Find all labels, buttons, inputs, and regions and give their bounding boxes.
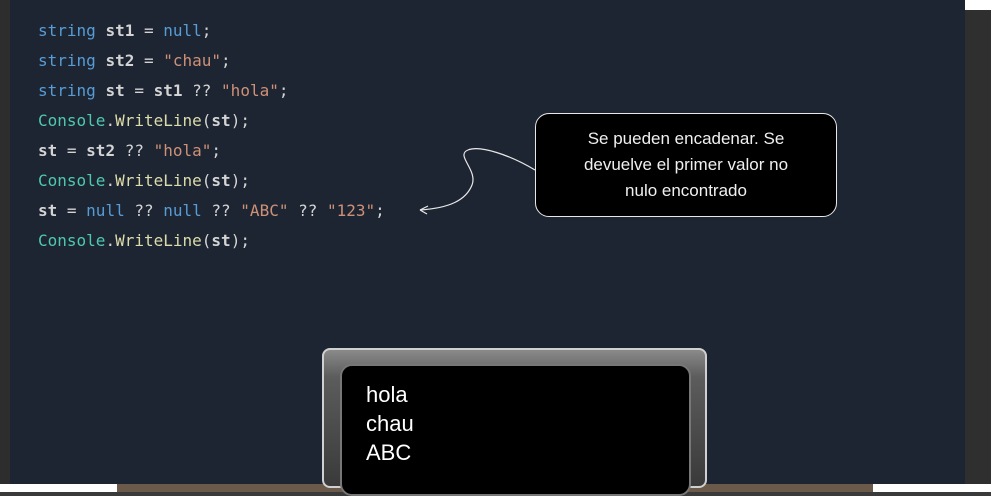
code-token: ( [201, 231, 212, 250]
code-token: ( [201, 171, 212, 190]
code-token: ; [201, 21, 212, 40]
code-token: = [57, 141, 87, 160]
code-token: ?? [201, 201, 241, 220]
code-token: ; [211, 141, 222, 160]
code-token: "ABC" [240, 201, 289, 220]
code-token: st1 [105, 21, 135, 40]
bottom-left-margin [0, 484, 117, 492]
code-token: WriteLine [115, 171, 202, 190]
callout-line: nulo encontrado [625, 181, 747, 200]
code-token: st [211, 111, 231, 130]
code-token: ; [375, 201, 385, 220]
code-token: Console [38, 231, 106, 250]
code-line: st = st2 ?? "hola"; [38, 136, 385, 166]
console-output: hola chau ABC [366, 380, 414, 467]
code-token: WriteLine [115, 231, 202, 250]
code-token: . [105, 111, 116, 130]
code-token: st2 [86, 141, 116, 160]
code-token: st [211, 171, 231, 190]
code-token: st [38, 201, 58, 220]
left-border [0, 0, 10, 492]
code-token: . [105, 231, 116, 250]
code-token: ); [230, 171, 250, 190]
code-token: "hola" [153, 141, 212, 160]
code-token: ( [201, 111, 212, 130]
code-token: string [38, 51, 106, 70]
code-token: null [163, 201, 202, 220]
console-screen: hola chau ABC [340, 364, 691, 496]
code-token: ; [221, 51, 231, 70]
code-token: = [134, 51, 164, 70]
code-token: st [211, 231, 231, 250]
code-line: string st1 = null; [38, 16, 385, 46]
code-token: = [57, 201, 87, 220]
code-token: = [134, 21, 164, 40]
callout-line: Se pueden encadenar. Se [587, 129, 785, 148]
code-token: st1 [153, 81, 183, 100]
code-line: Console.WriteLine(st); [38, 166, 385, 196]
code-token: "hola" [221, 81, 279, 100]
code-block: string st1 = null; string st2 = "chau"; st… [38, 16, 385, 256]
console-output-line: ABC [366, 440, 412, 465]
bottom-right-margin [873, 484, 991, 492]
code-token: string [38, 81, 106, 100]
code-token: st [105, 81, 125, 100]
code-token: "123" [327, 201, 376, 220]
code-token: st [38, 141, 58, 160]
code-token: = [124, 81, 154, 100]
code-token: null [86, 201, 125, 220]
console-output-line: hola [366, 382, 408, 407]
code-line: string st2 = "chau"; [38, 46, 385, 76]
code-token: string [38, 21, 106, 40]
code-token: st2 [105, 51, 135, 70]
code-token: ?? [182, 81, 222, 100]
callout-line: devuelve el primer valor no [583, 155, 789, 174]
code-line: st = null ?? null ?? "ABC" ?? "123"; [38, 196, 385, 226]
explanation-callout: Se pueden encadenar. Se devuelve el prim… [535, 113, 837, 217]
console-window: hola chau ABC [322, 348, 707, 496]
code-line: string st = st1 ?? "hola"; [38, 76, 385, 106]
code-token: . [105, 171, 116, 190]
code-token: ; [278, 81, 289, 100]
code-token: "chau" [163, 51, 222, 70]
code-token: ?? [124, 201, 164, 220]
code-token: WriteLine [115, 111, 202, 130]
code-token: ); [230, 111, 250, 130]
console-output-line: chau [366, 411, 414, 436]
code-line: Console.WriteLine(st); [38, 226, 385, 256]
code-token: null [163, 21, 202, 40]
code-line: Console.WriteLine(st); [38, 106, 385, 136]
code-token: ); [230, 231, 250, 250]
right-border [965, 10, 991, 492]
callout-arrow-icon [419, 148, 536, 215]
code-token: Console [38, 171, 106, 190]
code-token: ?? [288, 201, 327, 220]
code-token: ?? [115, 141, 154, 160]
code-token: Console [38, 111, 106, 130]
